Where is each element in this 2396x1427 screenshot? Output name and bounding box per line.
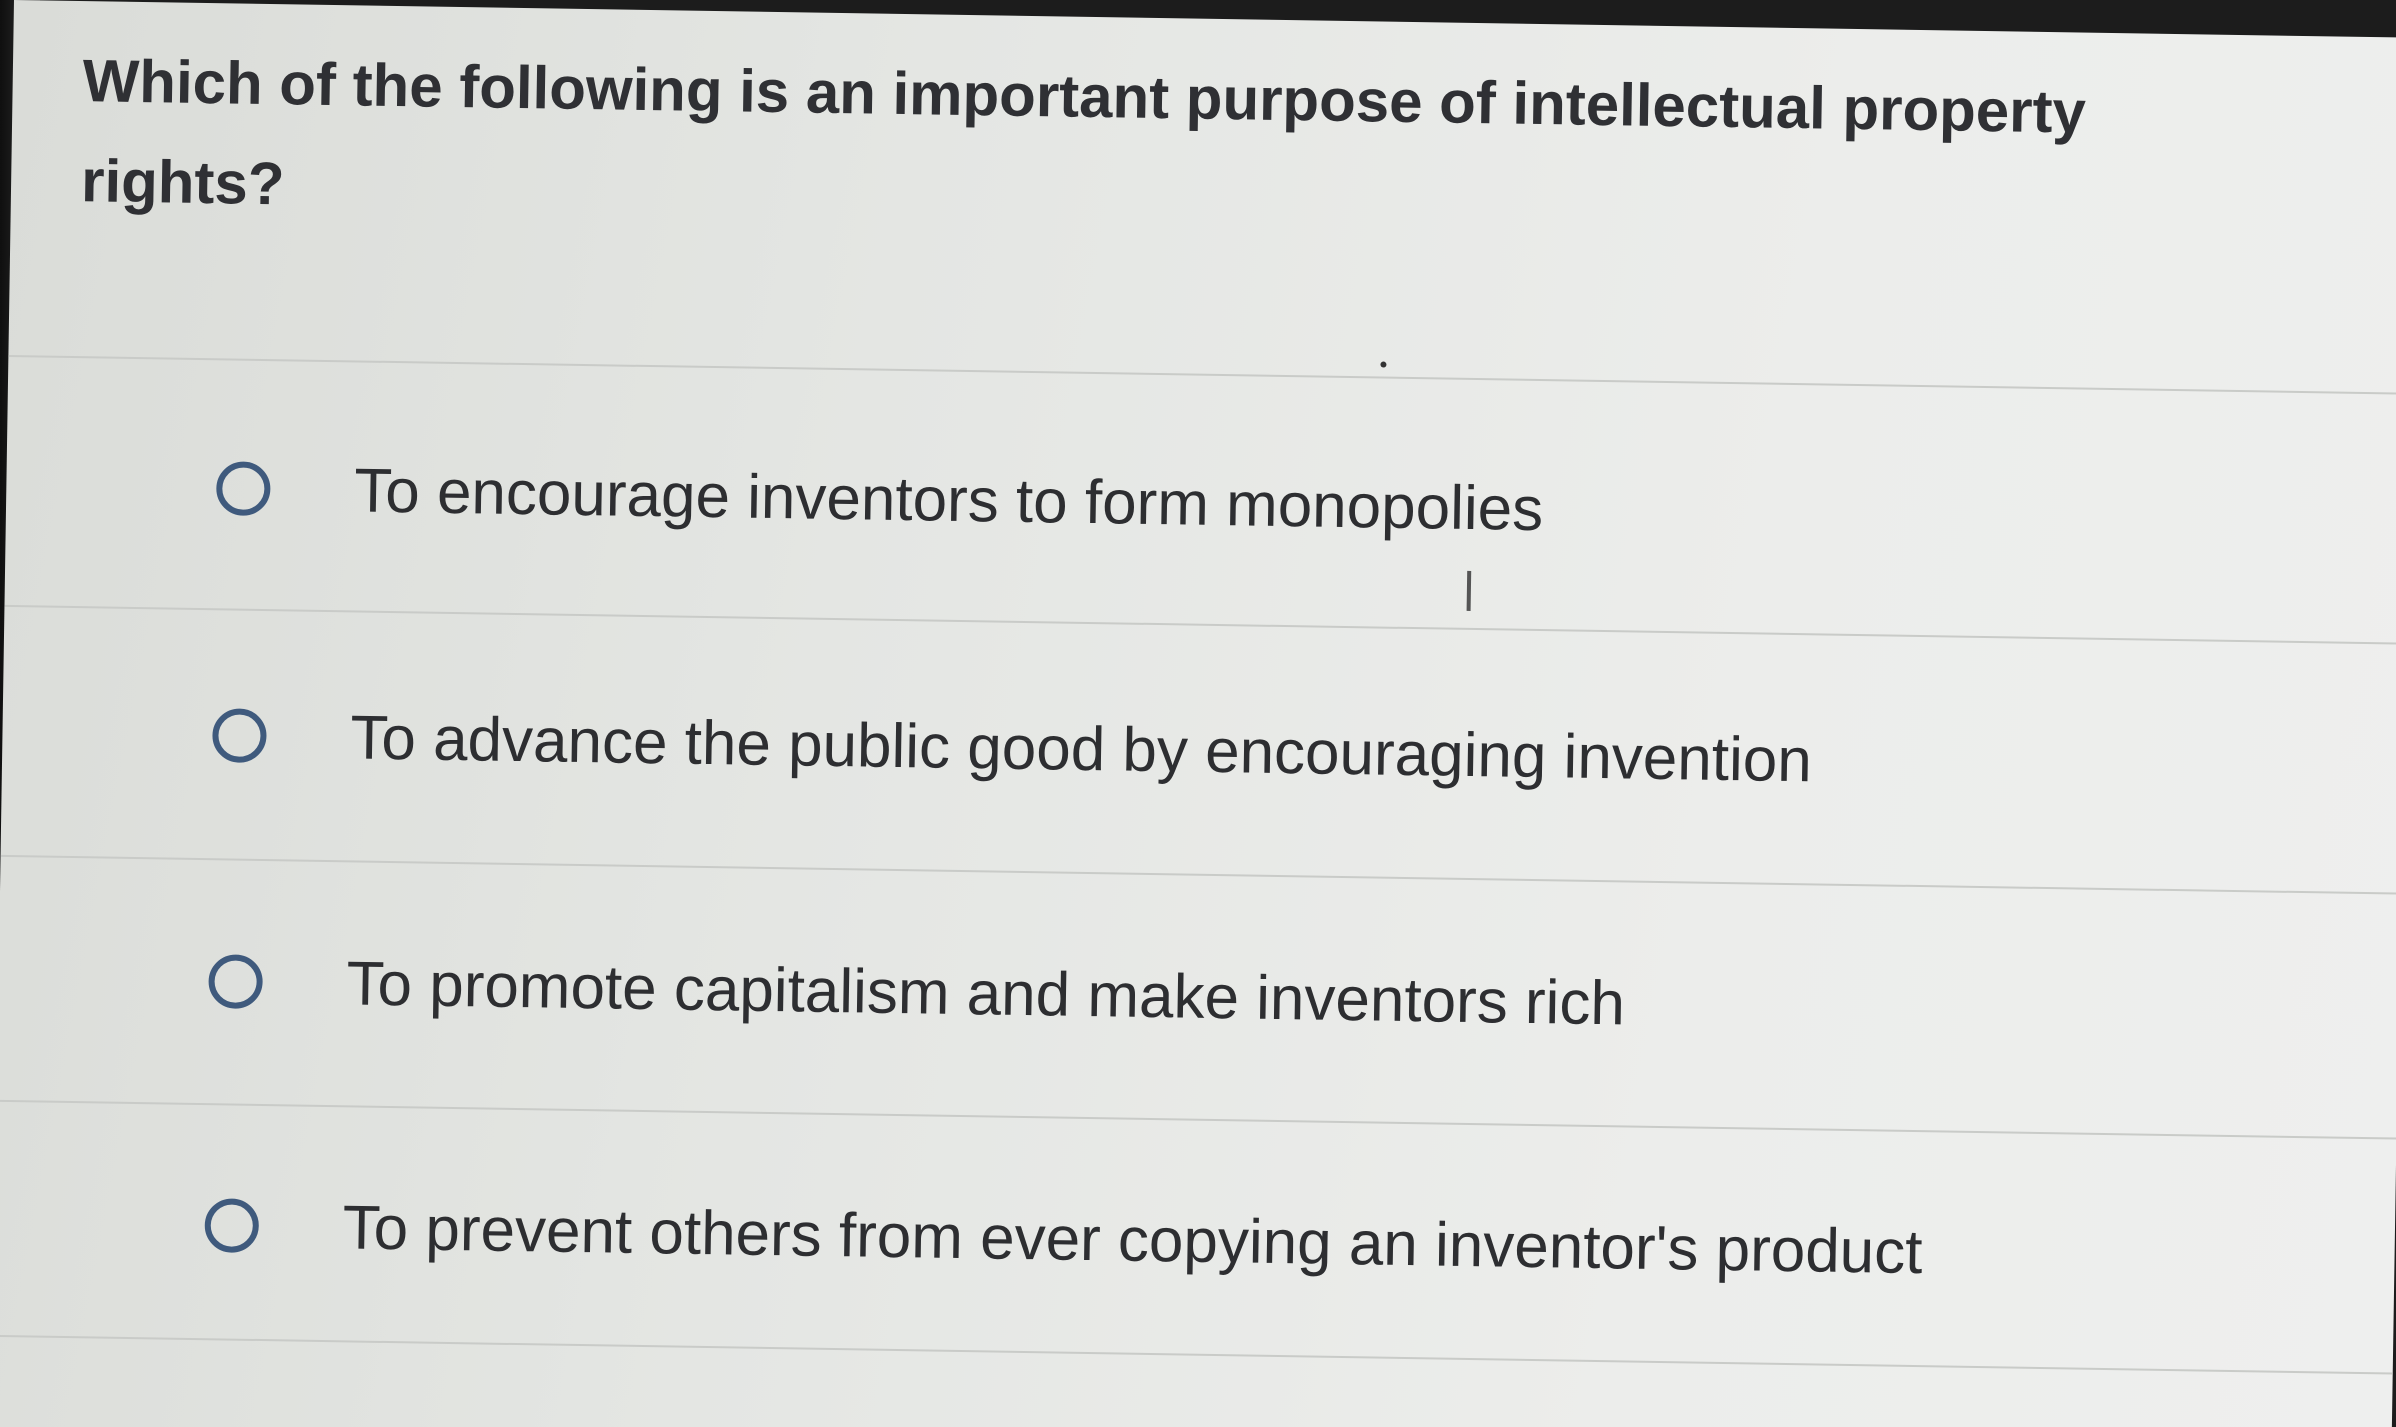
screen-speck [1380,361,1387,368]
answer-option-label: To encourage inventors to form monopolie… [353,455,1544,544]
answer-option-label: To promote capitalism and make inventors… [346,948,1626,1038]
question-panel: Which of the following is an important p… [0,0,2396,1427]
divider [0,1099,2396,1140]
radio-unselected-icon[interactable] [215,461,271,517]
divider [4,604,2396,645]
answer-option-4[interactable]: To prevent others from ever copying an i… [204,1155,2306,1328]
answer-option-label: To prevent others from ever copying an i… [342,1192,1924,1287]
radio-unselected-icon[interactable] [212,708,267,764]
radio-unselected-icon[interactable] [204,1198,260,1253]
answer-option-1[interactable]: To encourage inventors to form monopolie… [215,418,2317,591]
question-text: Which of the following is an important p… [80,47,2087,218]
divider [0,1334,2393,1375]
divider [0,854,2396,895]
mouse-cursor-icon [1466,570,1472,611]
answer-option-3[interactable]: To promote capitalism and make inventors… [208,911,2310,1084]
screen: Which of the following is an important p… [0,0,2396,1427]
answer-option-label: To advance the public good by encouragin… [349,702,1813,795]
radio-unselected-icon[interactable] [208,954,264,1010]
answer-option-2[interactable]: To advance the public good by encouragin… [211,665,2313,838]
divider [8,354,2396,395]
